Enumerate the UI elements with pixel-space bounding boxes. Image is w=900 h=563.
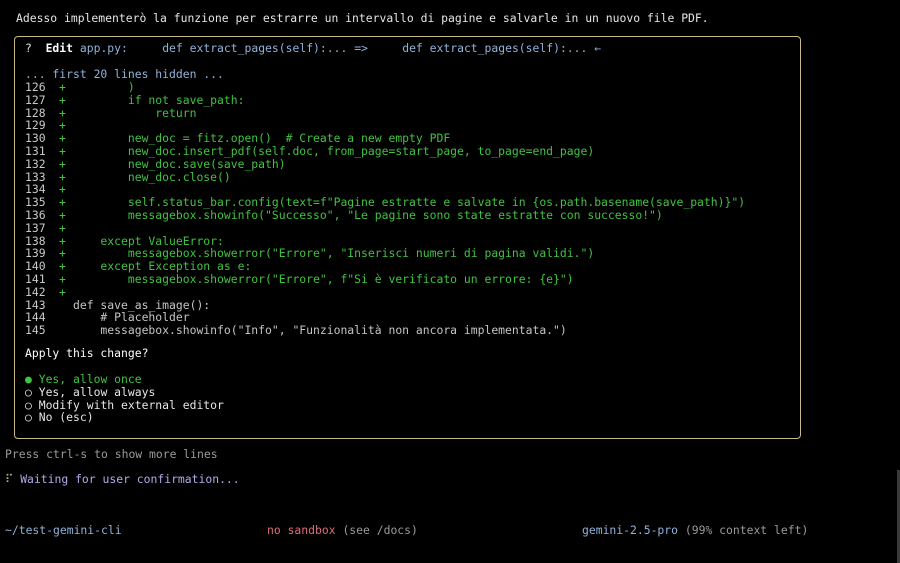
sandbox-hint: (see /docs) — [342, 523, 418, 537]
diff-line: 133 + new_doc.close() — [25, 169, 745, 184]
diff-marker: + — [59, 80, 66, 94]
diff-marker: + — [59, 92, 66, 107]
code-text: messagebox.showerror("Errore", f"Si è ve… — [73, 271, 574, 286]
file-name: app.py: — [79, 41, 128, 55]
code-text: messagebox.showinfo("Info", "Funzionalit… — [73, 323, 567, 338]
sandbox-status: no sandbox (see /docs) — [267, 524, 418, 537]
apply-question: Apply this change? — [25, 346, 149, 360]
status-line: ⠏ Waiting for user confirmation... — [5, 473, 240, 486]
code-text: messagebox.showinfo("Successo", "Le pagi… — [73, 207, 663, 222]
model-name: gemini-2.5-pro — [582, 523, 679, 537]
line-number: 141 — [25, 271, 46, 286]
assistant-message: Adesso implementerò la funzione per estr… — [16, 11, 709, 25]
radio-unselected-icon: ○ — [25, 410, 32, 425]
diff-line: 141 + messagebox.showerror("Errore", f"Si… — [25, 273, 745, 286]
working-directory: ~/test-gemini-cli — [5, 523, 122, 537]
diff-marker: + — [59, 220, 66, 235]
diff-marker: + — [59, 156, 66, 171]
option-3[interactable]: ○ No (esc) — [25, 411, 224, 424]
diff-line: 128 + return — [25, 105, 745, 120]
code-text: return — [73, 105, 197, 120]
line-number: 145 — [25, 323, 46, 338]
diff-marker: + — [59, 207, 66, 222]
line-number: 137 — [25, 220, 46, 235]
line-number: 142 — [25, 284, 46, 299]
model-info: gemini-2.5-pro (99% context left) — [582, 524, 808, 537]
diff-marker: + — [59, 271, 66, 286]
tool-name: Edit — [45, 41, 74, 55]
line-number: 136 — [25, 207, 46, 222]
dialog-header: ? Edit app.py: def extract_pages(self):.… — [25, 42, 601, 55]
line-number: 127 — [25, 92, 46, 107]
old-snippet: def extract_pages(self):... => — [162, 41, 368, 55]
edit-confirmation-dialog: ? Edit app.py: def extract_pages(self):.… — [14, 36, 801, 439]
hidden-lines-note: ... first 20 lines hidden ... — [25, 67, 224, 81]
status-text: Waiting for user confirmation... — [20, 472, 240, 486]
diff-marker: + — [59, 284, 66, 299]
line-number: 126 — [25, 80, 46, 94]
diff-line: 136 + messagebox.showinfo("Successo", "Le… — [25, 209, 745, 222]
line-number: 131 — [25, 143, 46, 158]
confirmation-options: ● Yes, allow once ○ Yes, allow always ○ Mo… — [25, 373, 224, 424]
new-snippet: def extract_pages(self):... ← — [402, 41, 602, 55]
spinner-icon: ⠏ — [5, 472, 14, 486]
diff-view: 126 + ) 127 + if not save_path: 128 + return 1… — [25, 81, 745, 337]
expand-hint: Press ctrl-s to show more lines — [5, 447, 218, 461]
line-number: 132 — [25, 156, 46, 171]
diff-marker: + — [59, 143, 66, 158]
question-mark-icon: ? — [25, 41, 32, 55]
diff-line: 145 messagebox.showinfo("Info", "Funzion… — [25, 324, 745, 337]
sandbox-label: no sandbox — [267, 523, 336, 537]
code-text: new_doc.close() — [73, 169, 231, 184]
option-label: No (esc) — [38, 410, 94, 425]
context-remaining: (99% context left) — [684, 523, 809, 537]
